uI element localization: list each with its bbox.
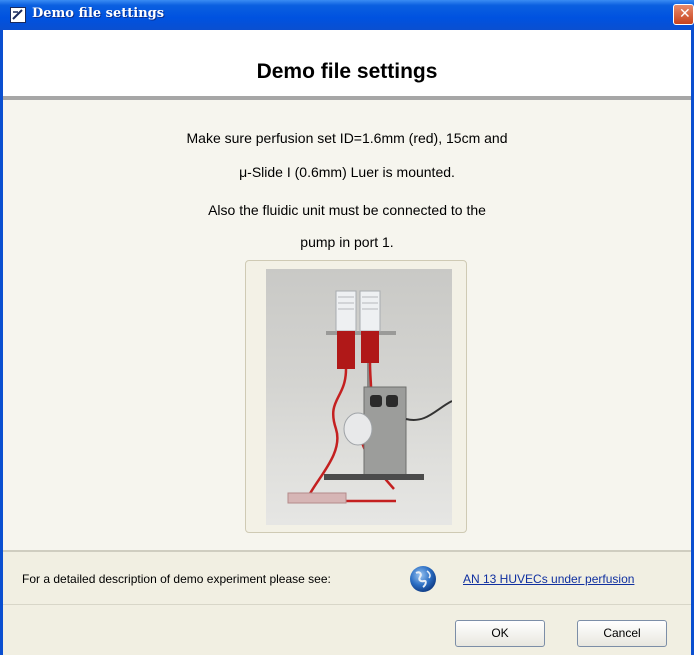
setup-photo-frame: [245, 260, 467, 533]
app-icon: [10, 7, 26, 23]
page-title: Demo file settings: [256, 60, 438, 83]
close-button[interactable]: ✕: [673, 4, 694, 25]
description-text: For a detailed description of demo exper…: [22, 572, 331, 586]
dialog-window: Demo file settings ✕ Demo file settings …: [0, 0, 694, 655]
footer-divider: [3, 604, 691, 605]
ok-button[interactable]: OK: [455, 620, 545, 647]
instruction-line-4: pump in port 1.: [300, 234, 394, 250]
globe-icon[interactable]: [408, 564, 438, 594]
cancel-button[interactable]: Cancel: [577, 620, 667, 647]
instruction-line-2: μ-Slide I (0.6mm) Luer is mounted.: [239, 164, 455, 180]
pump-setup-photo: [266, 269, 452, 525]
instruction-line-1: Make sure perfusion set ID=1.6mm (red), …: [186, 130, 508, 146]
header-banner: Demo file settings: [3, 30, 691, 96]
documentation-link[interactable]: AN 13 HUVECs under perfusion: [463, 572, 634, 586]
window-title: Demo file settings: [32, 6, 165, 21]
close-icon: ✕: [679, 6, 691, 22]
title-bar[interactable]: Demo file settings ✕: [0, 0, 694, 30]
instruction-line-3: Also the fluidic unit must be connected …: [208, 202, 486, 218]
footer-bar: For a detailed description of demo exper…: [3, 552, 691, 655]
instructions-panel: Make sure perfusion set ID=1.6mm (red), …: [3, 100, 691, 550]
